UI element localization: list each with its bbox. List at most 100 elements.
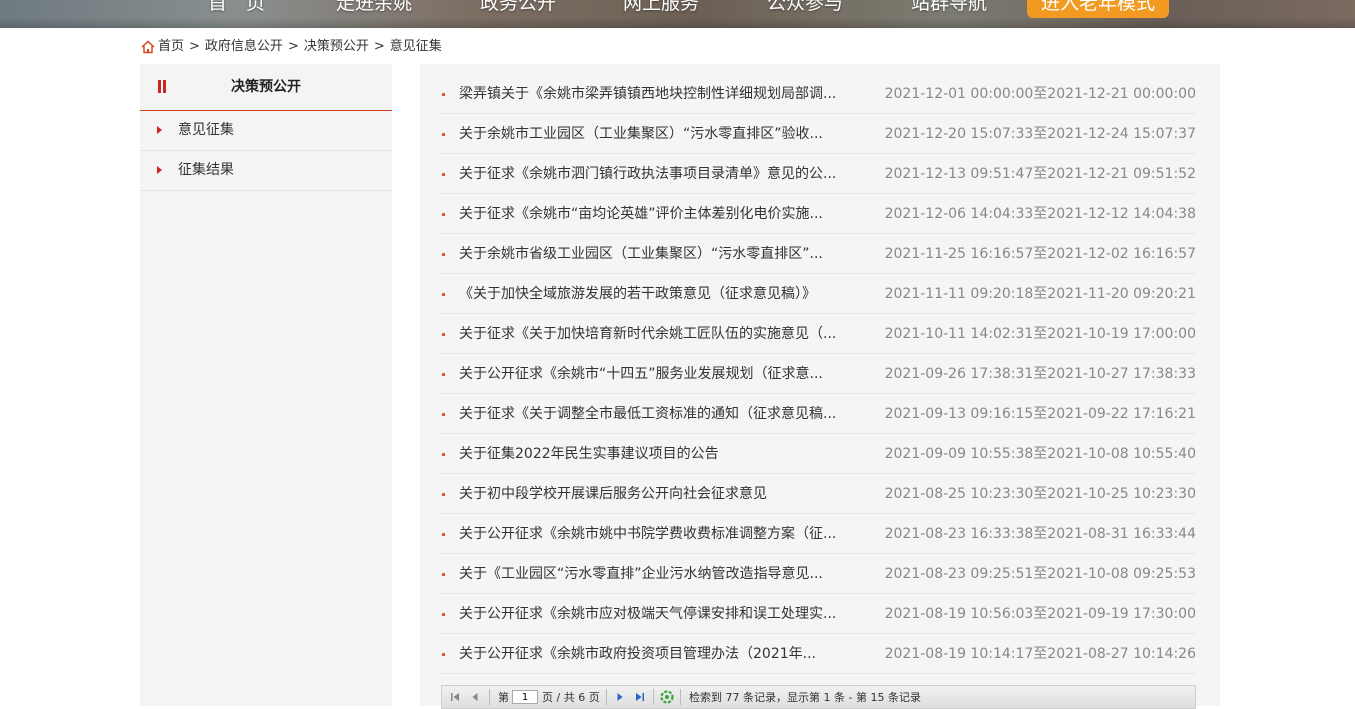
pager-divider <box>653 689 654 705</box>
consultation-list: 梁弄镇关于《余姚市梁弄镇镇西地块控制性详细规划局部调... 2021-12-01 … <box>440 74 1196 674</box>
list-item-title[interactable]: 关于征求《关于调整全市最低工资标准的通知（征求意见稿... <box>459 394 859 434</box>
sidebar-title: 决策预公开 <box>231 79 301 95</box>
list-item-title[interactable]: 关于余姚市省级工业园区（工业集聚区）“污水零直排区”... <box>459 234 859 274</box>
next-page-icon[interactable] <box>614 691 626 703</box>
bullet-icon <box>442 133 445 136</box>
list-item-date-range: 2021-08-23 09:25:51至2021-10-08 09:25:53 <box>884 566 1196 582</box>
list-item-date-range: 2021-12-13 09:51:47至2021-12-21 09:51:52 <box>884 166 1196 182</box>
bullet-icon <box>442 213 445 216</box>
list-item-title[interactable]: 关于余姚市工业园区（工业集聚区）“污水零直排区”验收... <box>459 114 859 154</box>
pager-divider <box>680 689 681 705</box>
bullet-icon <box>442 453 445 456</box>
list-item-title[interactable]: 关于公开征求《余姚市应对极端天气停课安排和误工处理实... <box>459 594 859 634</box>
triangle-right-icon <box>157 126 162 134</box>
nav-gov-affairs[interactable]: 政务公开 <box>480 0 556 18</box>
breadcrumb-home[interactable]: 首页 <box>158 38 184 56</box>
breadcrumb-separator: > <box>373 39 385 54</box>
list-item[interactable]: 关于公开征求《余姚市姚中书院学费收费标准调整方案（征... 2021-08-23 … <box>440 514 1196 554</box>
breadcrumb-current[interactable]: 意见征集 <box>390 38 442 56</box>
list-item-title[interactable]: 关于《工业园区“污水零直排”企业污水纳管改造指导意见... <box>459 554 859 594</box>
page-number-input[interactable] <box>512 690 538 704</box>
list-item-date-range: 2021-08-25 10:23:30至2021-10-25 10:23:30 <box>884 486 1196 502</box>
list-item-date-range: 2021-08-23 16:33:38至2021-08-31 16:33:44 <box>884 526 1196 542</box>
bullet-icon <box>442 613 445 616</box>
bullet-icon <box>442 373 445 376</box>
last-page-icon[interactable] <box>634 691 646 703</box>
page-prefix: 第 <box>498 691 509 704</box>
list-item[interactable]: 关于征集2022年民生实事建议项目的公告 2021-09-09 10:55:38至… <box>440 434 1196 474</box>
list-item[interactable]: 关于《工业园区“污水零直排”企业污水纳管改造指导意见... 2021-08-23 … <box>440 554 1196 594</box>
list-item-date-range: 2021-09-09 10:55:38至2021-10-08 10:55:40 <box>884 446 1196 462</box>
sidebar-header: 决策预公开 <box>140 64 392 111</box>
list-item[interactable]: 关于公开征求《余姚市政府投资项目管理办法（2021年... 2021-08-19 … <box>440 634 1196 674</box>
home-icon <box>141 40 155 54</box>
bullet-icon <box>442 93 445 96</box>
list-item-title[interactable]: 关于征求《余姚市泗门镇行政执法事项目录清单》意见的公... <box>459 154 859 194</box>
pager-divider <box>606 689 607 705</box>
list-item-date-range: 2021-08-19 10:56:03至2021-09-19 17:30:00 <box>884 606 1196 622</box>
nav-public-participation[interactable]: 公众参与 <box>767 0 843 18</box>
list-item-title[interactable]: 《关于加快全域旅游发展的若干政策意见（征求意见稿）》 <box>459 274 859 314</box>
first-page-icon[interactable] <box>449 691 461 703</box>
list-item[interactable]: 关于征求《关于调整全市最低工资标准的通知（征求意见稿... 2021-09-13 … <box>440 394 1196 434</box>
nav-online-service[interactable]: 网上服务 <box>623 0 699 18</box>
pager-summary: 检索到 77 条记录，显示第 1 条 - 第 15 条记录 <box>689 691 921 704</box>
breadcrumb-separator: > <box>287 39 299 54</box>
list-item[interactable]: 关于余姚市省级工业园区（工业集聚区）“污水零直排区”... 2021-11-25 … <box>440 234 1196 274</box>
bullet-icon <box>442 173 445 176</box>
list-item[interactable]: 关于征求《关于加快培育新时代余姚工匠队伍的实施意见（... 2021-10-11 … <box>440 314 1196 354</box>
list-item-date-range: 2021-08-19 10:14:17至2021-08-27 10:14:26 <box>884 646 1196 662</box>
bullet-icon <box>442 573 445 576</box>
list-item-date-range: 2021-12-01 00:00:00至2021-12-21 00:00:00 <box>884 86 1196 102</box>
elder-mode-button[interactable]: 进入老年模式 <box>1027 0 1169 18</box>
list-item-title[interactable]: 关于征求《余姚市“亩均论英雄”评价主体差别化电价实施... <box>459 194 859 234</box>
list-item[interactable]: 《关于加快全域旅游发展的若干政策意见（征求意见稿）》 2021-11-11 09:… <box>440 274 1196 314</box>
sidebar-menu: 意见征集 征集结果 <box>140 111 392 191</box>
triangle-right-icon <box>157 166 162 174</box>
list-item[interactable]: 关于征求《余姚市泗门镇行政执法事项目录清单》意见的公... 2021-12-13 … <box>440 154 1196 194</box>
list-item-date-range: 2021-11-25 16:16:57至2021-12-02 16:16:57 <box>884 246 1196 262</box>
breadcrumb-gov-info[interactable]: 政府信息公开 <box>205 38 283 56</box>
pagination-bar: 第 页 / 共 6 页 检索到 77 条记录，显示第 1 条 - 第 15 条记… <box>441 685 1196 709</box>
bullet-icon <box>442 293 445 296</box>
bullet-icon <box>442 493 445 496</box>
list-item-date-range: 2021-10-11 14:02:31至2021-10-19 17:00:00 <box>884 326 1196 342</box>
list-item[interactable]: 梁弄镇关于《余姚市梁弄镇镇西地块控制性详细规划局部调... 2021-12-01 … <box>440 74 1196 114</box>
sidebar-item-collection-results[interactable]: 征集结果 <box>140 151 392 191</box>
breadcrumb-decision[interactable]: 决策预公开 <box>304 38 369 56</box>
list-item-title[interactable]: 关于初中段学校开展课后服务公开向社会征求意见 <box>459 474 859 514</box>
nav-site-navigation[interactable]: 站群导航 <box>911 0 987 18</box>
bullet-icon <box>442 653 445 656</box>
list-item-date-range: 2021-11-11 09:20:18至2021-11-20 09:20:21 <box>884 286 1196 302</box>
list-item-title[interactable]: 关于公开征求《余姚市姚中书院学费收费标准调整方案（征... <box>459 514 859 554</box>
prev-page-icon[interactable] <box>469 691 481 703</box>
bullet-icon <box>442 333 445 336</box>
sidebar-item-label: 征集结果 <box>178 162 234 178</box>
list-item-title[interactable]: 梁弄镇关于《余姚市梁弄镇镇西地块控制性详细规划局部调... <box>459 74 859 114</box>
sidebar-item-label: 意见征集 <box>178 122 234 138</box>
list-item-date-range: 2021-12-20 15:07:33至2021-12-24 15:07:37 <box>884 126 1196 142</box>
bullet-icon <box>442 253 445 256</box>
list-item[interactable]: 关于初中段学校开展课后服务公开向社会征求意见 2021-08-25 10:23:3… <box>440 474 1196 514</box>
refresh-icon[interactable] <box>660 690 674 704</box>
main-content: 梁弄镇关于《余姚市梁弄镇镇西地块控制性详细规划局部调... 2021-12-01 … <box>420 64 1220 706</box>
list-item[interactable]: 关于公开征求《余姚市“十四五”服务业发展规划（征求意... 2021-09-26 … <box>440 354 1196 394</box>
list-item-title[interactable]: 关于征求《关于加快培育新时代余姚工匠队伍的实施意见（... <box>459 314 859 354</box>
list-item[interactable]: 关于征求《余姚市“亩均论英雄”评价主体差别化电价实施... 2021-12-06 … <box>440 194 1196 234</box>
list-item-title[interactable]: 关于公开征求《余姚市“十四五”服务业发展规划（征求意... <box>459 354 859 394</box>
list-item[interactable]: 关于公开征求《余姚市应对极端天气停课安排和误工处理实... 2021-08-19 … <box>440 594 1196 634</box>
list-item-title[interactable]: 关于征集2022年民生实事建议项目的公告 <box>459 434 859 474</box>
list-item-date-range: 2021-09-26 17:38:31至2021-10-27 17:38:33 <box>884 366 1196 382</box>
list-item-date-range: 2021-12-06 14:04:33至2021-12-12 14:04:38 <box>884 206 1196 222</box>
page-total: 页 / 共 6 页 <box>542 691 600 704</box>
nav-about-yuyao[interactable]: 走进余姚 <box>336 0 412 18</box>
pager-divider <box>489 689 490 705</box>
breadcrumb: 首页 > 政府信息公开 > 决策预公开 > 意见征集 <box>140 38 442 56</box>
nav-home[interactable]: 首 页 <box>208 0 265 18</box>
bullet-icon <box>442 533 445 536</box>
sidebar-item-opinion-collection[interactable]: 意见征集 <box>140 111 392 151</box>
list-item[interactable]: 关于余姚市工业园区（工业集聚区）“污水零直排区”验收... 2021-12-20 … <box>440 114 1196 154</box>
breadcrumb-separator: > <box>189 39 200 54</box>
list-item-title[interactable]: 关于公开征求《余姚市政府投资项目管理办法（2021年... <box>459 634 859 674</box>
list-item-date-range: 2021-09-13 09:16:15至2021-09-22 17:16:21 <box>884 406 1196 422</box>
